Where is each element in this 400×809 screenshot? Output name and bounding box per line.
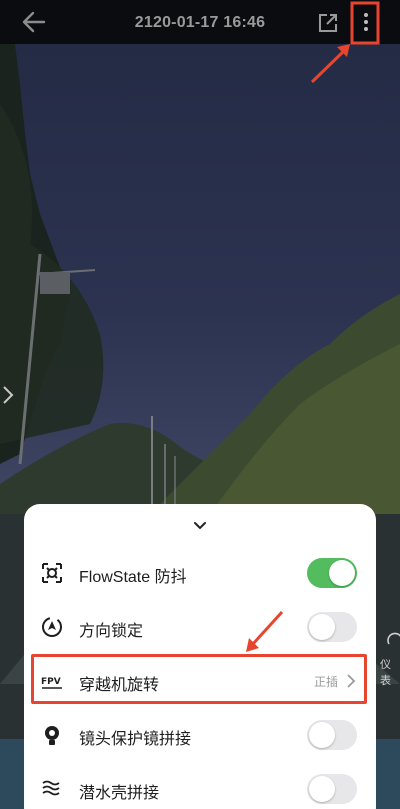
next-chevron-icon[interactable] <box>0 384 16 406</box>
svg-text:FPV: FPV <box>41 677 61 687</box>
lens-guard-icon <box>45 726 59 745</box>
setting-label: FlowState 防抖 <box>79 569 187 586</box>
setting-row-flowstate[interactable]: FlowState 防抖 <box>24 546 376 600</box>
setting-label: 潜水壳拼接 <box>79 785 160 802</box>
settings-sheet: FlowState 防抖 方向锁定 FPV 穿越机旋转 正插 镜头保护镜拼接 潜… <box>24 504 376 809</box>
dive-case-icon <box>42 780 60 796</box>
setting-label: 镜头保护镜拼接 <box>79 731 192 748</box>
toggle-knob <box>309 614 335 640</box>
dashboard-label[interactable]: 仪表 <box>380 656 400 688</box>
lens-guard-toggle[interactable] <box>307 720 357 750</box>
setting-row-lens-guard[interactable]: 镜头保护镜拼接 <box>24 708 376 762</box>
chevron-down-icon[interactable] <box>188 518 212 534</box>
setting-row-fpv-rotation[interactable]: FPV 穿越机旋转 正插 <box>24 654 376 708</box>
fpv-icon: FPV <box>41 677 62 689</box>
top-bar: 2120-01-17 16:46 <box>0 0 400 44</box>
setting-label: 方向锁定 <box>79 623 144 640</box>
flowstate-icon <box>42 563 62 583</box>
dive-case-toggle[interactable] <box>307 774 357 804</box>
chevron-right-icon <box>347 674 356 688</box>
direction-lock-toggle[interactable] <box>307 612 357 642</box>
setting-row-dive-case[interactable]: 潜水壳拼接 <box>24 762 376 809</box>
toggle-knob <box>309 776 335 802</box>
fpv-rotation-value: 正插 <box>314 675 339 689</box>
setting-label: 穿越机旋转 <box>79 677 160 694</box>
toggle-knob <box>309 722 335 748</box>
setting-row-direction-lock[interactable]: 方向锁定 <box>24 600 376 654</box>
gauge-icon[interactable] <box>386 630 400 648</box>
export-icon[interactable] <box>317 12 339 34</box>
toggle-knob <box>329 560 355 586</box>
direction-lock-icon <box>42 617 62 637</box>
flowstate-toggle[interactable] <box>307 558 357 588</box>
page-title: 2120-01-17 16:46 <box>134 14 266 31</box>
more-options-icon[interactable] <box>357 10 375 34</box>
